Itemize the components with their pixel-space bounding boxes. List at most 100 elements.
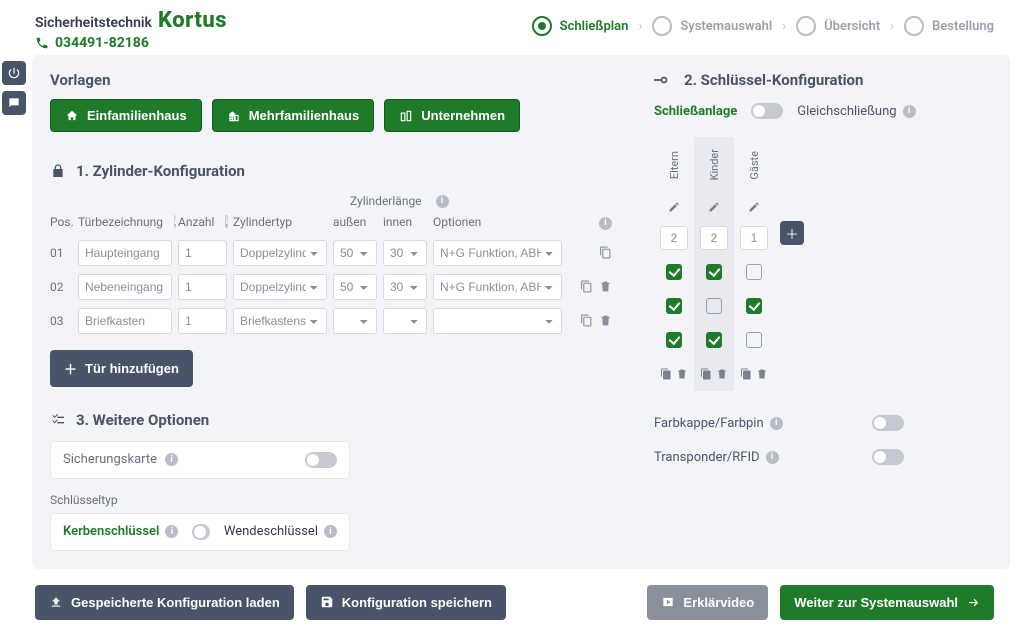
quantity-input[interactable]	[178, 308, 227, 334]
col-typ: Zylindertyp	[233, 215, 333, 229]
key-assign-checkbox[interactable]	[746, 332, 762, 348]
section-2-head: 2. Schlüssel-Konfiguration	[654, 71, 992, 89]
copy-icon[interactable]	[740, 368, 752, 380]
sicherungskarte-card: Sicherungskartei	[50, 441, 350, 479]
col-name: Türbezeichnung i	[78, 215, 178, 229]
step-ring-icon	[652, 16, 672, 36]
copy-icon[interactable]	[700, 368, 712, 380]
trash-icon[interactable]	[716, 368, 728, 380]
brand-sub: Sicherheitstechnik	[35, 15, 152, 31]
info-icon[interactable]: i	[165, 453, 178, 466]
info-icon[interactable]: i	[324, 525, 337, 538]
key-col-header: Eltern	[654, 137, 694, 193]
row-pos: 02	[50, 280, 78, 294]
key-type-card: Kerbenschlüsseli Wendeschlüsseli	[50, 513, 350, 551]
trash-icon[interactable]	[676, 368, 688, 380]
load-icon	[49, 595, 63, 609]
info-icon[interactable]: i	[770, 417, 783, 430]
info-icon[interactable]: i	[436, 195, 449, 208]
length-outer-select[interactable]	[333, 308, 377, 334]
copy-icon[interactable]	[660, 368, 672, 380]
door-name-input[interactable]	[78, 308, 172, 334]
key-assign-checkbox[interactable]	[666, 332, 682, 348]
footer: Gespeicherte Konfiguration laden Konfigu…	[0, 579, 1024, 636]
trash-icon[interactable]	[756, 368, 768, 380]
step-2[interactable]: Systemauswahl	[652, 16, 772, 36]
key-assign-checkbox[interactable]	[666, 298, 682, 314]
key-qty-input[interactable]	[660, 226, 688, 250]
copy-icon[interactable]	[599, 246, 612, 259]
pencil-icon	[708, 201, 720, 213]
step-3[interactable]: Übersicht	[796, 16, 880, 36]
template-mehrfamilienhaus[interactable]: Mehrfamilienhaus	[212, 99, 375, 132]
info-icon[interactable]: i	[165, 525, 178, 538]
arrow-right-icon	[966, 595, 980, 609]
options-select[interactable]: N+G Funktion, ABH Kl.II	[433, 274, 562, 300]
key-assign-checkbox[interactable]	[706, 298, 722, 314]
edit-key-col[interactable]	[694, 193, 734, 221]
step-1[interactable]: Schließplan	[532, 16, 629, 36]
template-einfamilienhaus[interactable]: Einfamilienhaus	[50, 99, 202, 132]
length-outer-select[interactable]: 50	[333, 240, 377, 266]
checklist-icon	[50, 412, 66, 428]
info-icon[interactable]: i	[225, 215, 227, 228]
transponder-toggle[interactable]	[872, 449, 904, 465]
lock-icon	[50, 163, 66, 179]
table-row: 01Doppelzylinder5030N+G Funktion, ABH Kl…	[50, 236, 630, 270]
step-4[interactable]: Bestellung	[904, 16, 994, 36]
brand-name: Kortus	[158, 8, 227, 33]
copy-icon[interactable]	[580, 280, 593, 293]
anlage-toggle[interactable]	[751, 103, 783, 119]
row-pos: 03	[50, 314, 78, 328]
trash-icon[interactable]	[599, 314, 612, 327]
key-assign-checkbox[interactable]	[746, 264, 762, 280]
key-assign-checkbox[interactable]	[746, 298, 762, 314]
cylinder-type-select[interactable]: Briefkastensch…	[233, 308, 327, 334]
key-assign-checkbox[interactable]	[706, 332, 722, 348]
edit-key-col[interactable]	[734, 193, 774, 221]
next-button[interactable]: Weiter zur Systemauswahl	[780, 585, 994, 620]
info-icon[interactable]: i	[903, 105, 916, 118]
chat-button[interactable]	[2, 91, 26, 115]
save-config-button[interactable]: Konfiguration speichern	[306, 585, 506, 620]
add-key-col-button[interactable]: ＋	[780, 221, 804, 245]
template-unternehmen[interactable]: Unternehmen	[384, 99, 520, 132]
length-inner-select[interactable]: 30	[383, 274, 427, 300]
cylinder-type-select[interactable]: Doppelzylinder	[233, 240, 327, 266]
load-config-button[interactable]: Gespeicherte Konfiguration laden	[35, 585, 294, 620]
key-qty-input[interactable]	[700, 226, 728, 250]
phone[interactable]: 034491-82186	[35, 35, 227, 51]
options-select[interactable]: N+G Funktion, ABH Kl.II	[433, 240, 562, 266]
key-assign-checkbox[interactable]	[706, 264, 722, 280]
door-name-input[interactable]	[78, 240, 172, 266]
trash-icon[interactable]	[599, 280, 612, 293]
quantity-input[interactable]	[178, 240, 227, 266]
farbkappe-toggle[interactable]	[872, 415, 904, 431]
video-button[interactable]: Erklärvideo	[647, 585, 768, 620]
chat-icon	[7, 96, 21, 110]
key-col-header: Gäste	[734, 137, 774, 193]
copy-icon[interactable]	[580, 314, 593, 327]
quantity-input[interactable]	[178, 274, 227, 300]
chevron-right-icon: ›	[890, 19, 894, 34]
length-inner-select[interactable]: 30	[383, 240, 427, 266]
key-assign-checkbox[interactable]	[666, 264, 682, 280]
length-outer-select[interactable]: 50	[333, 274, 377, 300]
info-icon[interactable]: i	[174, 215, 176, 228]
key-qty-input[interactable]	[740, 226, 768, 250]
pencil-icon	[748, 201, 760, 213]
options-select[interactable]	[433, 308, 562, 334]
add-door-button[interactable]: ＋Tür hinzufügen	[50, 350, 193, 387]
info-icon[interactable]: i	[766, 451, 779, 464]
door-name-input[interactable]	[78, 274, 172, 300]
info-icon[interactable]: i	[599, 217, 612, 230]
length-inner-select[interactable]	[383, 308, 427, 334]
key-col-header: Kinder	[694, 137, 734, 193]
key-type-toggle[interactable]	[192, 524, 209, 540]
power-button[interactable]	[2, 61, 26, 85]
edit-key-col[interactable]	[654, 193, 694, 221]
sicherungskarte-toggle[interactable]	[305, 452, 337, 468]
templates-title: Vorlagen	[50, 71, 630, 89]
cylinder-type-select[interactable]: Doppelzylinder	[233, 274, 327, 300]
key-type-heading: Schlüsseltyp	[50, 493, 630, 507]
